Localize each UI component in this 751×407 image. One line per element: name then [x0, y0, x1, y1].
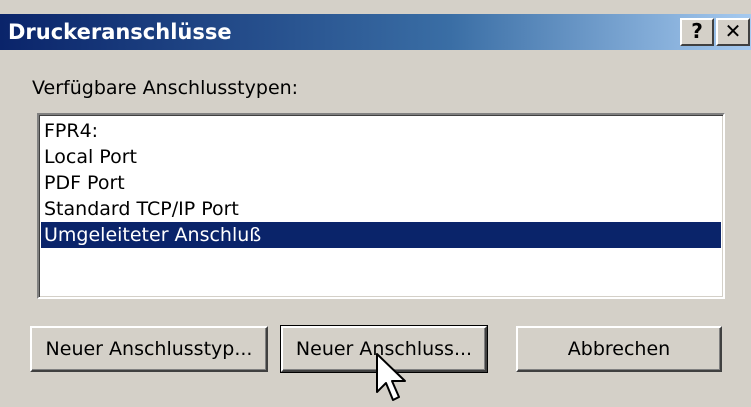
list-item[interactable]: FPR4: [41, 118, 721, 144]
cancel-button[interactable]: Abbrechen [516, 326, 722, 372]
list-item[interactable]: PDF Port [41, 170, 721, 196]
close-button[interactable]: ✕ [716, 18, 750, 46]
title-bar: Druckeranschlüsse ? ✕ [0, 14, 751, 50]
help-button[interactable]: ? [680, 18, 714, 46]
dialog-window: Druckeranschlüsse ? ✕ Verfügbare Anschlu… [0, 0, 751, 407]
port-types-list[interactable]: FPR4: Local Port PDF Port Standard TCP/I… [37, 113, 725, 299]
list-item[interactable]: Standard TCP/IP Port [41, 196, 721, 222]
new-port-type-button[interactable]: Neuer Anschlusstyp... [30, 326, 268, 372]
mouse-cursor-icon [376, 353, 406, 401]
window-title: Druckeranschlüsse [8, 20, 232, 44]
list-item[interactable]: Local Port [41, 144, 721, 170]
list-item-selected[interactable]: Umgeleiteter Anschluß [41, 222, 721, 248]
close-icon: ✕ [724, 19, 742, 43]
available-port-types-label: Verfügbare Anschlusstypen: [32, 77, 299, 99]
